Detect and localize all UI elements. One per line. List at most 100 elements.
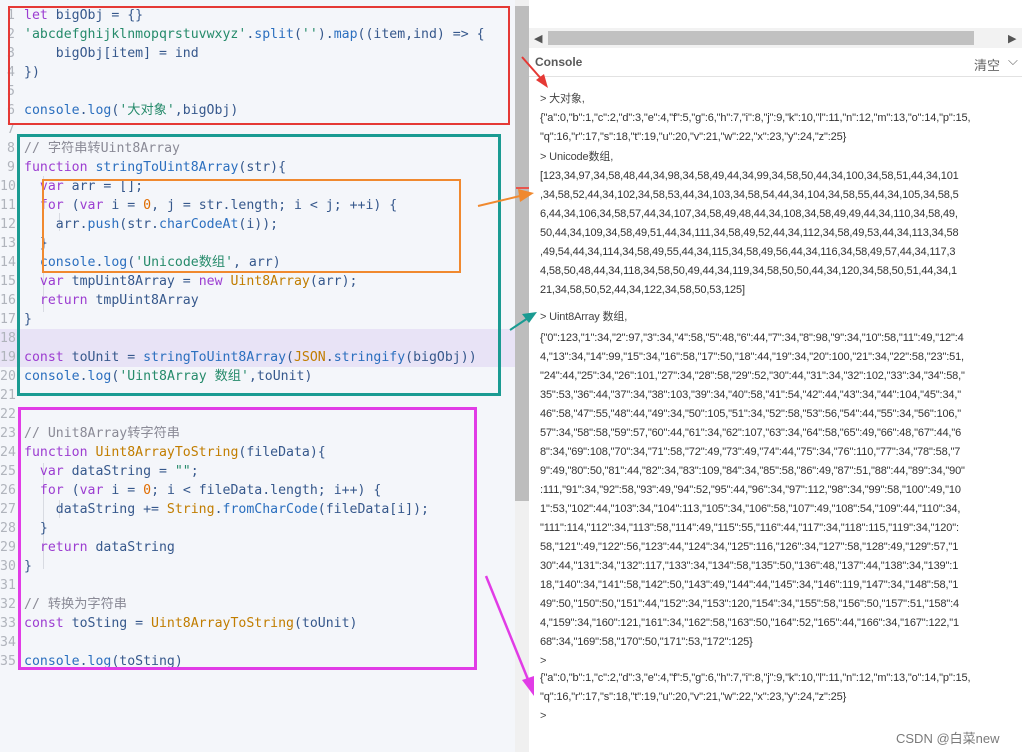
code-token: split: [254, 27, 294, 42]
code-line[interactable]: 22: [0, 405, 515, 424]
code-line[interactable]: 1 let bigObj = {}: [0, 6, 515, 25]
code-line[interactable]: 15 var tmpUint8Array = new Uint8Array(ar…: [0, 272, 515, 291]
code-token: stringToUint8Array: [143, 350, 287, 365]
code-line[interactable]: 26 for (var i = 0; i < fileData.length; …: [0, 481, 515, 500]
code-token: Uint8ArrayToString: [151, 616, 294, 631]
code-token: ).: [317, 27, 334, 42]
code-text: console.log('Uint8Array 数组',toUnit): [24, 367, 312, 386]
code-line[interactable]: 5: [0, 82, 515, 101]
code-token: Uint8ArrayToString: [95, 445, 239, 460]
code-line[interactable]: 12 arr.push(str.charCodeAt(i));: [0, 215, 515, 234]
code-line[interactable]: 13 }: [0, 234, 515, 253]
code-line[interactable]: 6 console.log('大对象',bigObj): [0, 101, 515, 120]
line-number: 30: [0, 559, 16, 574]
code-line[interactable]: 8 // 字符串转Uint8Array: [0, 139, 515, 158]
code-token: // 字符串转Uint8Array: [24, 141, 180, 156]
code-text: dataString += String.fromCharCode(fileDa…: [24, 500, 429, 519]
line-number: 3: [7, 46, 15, 61]
code-line[interactable]: 30}: [0, 557, 515, 576]
code-line[interactable]: 10 var arr = [];: [0, 177, 515, 196]
code-token: }: [24, 236, 48, 251]
console-output-line: 18,"140":34,"141":58,"142":50,"143":49,"…: [540, 579, 959, 591]
code-token: i =: [111, 198, 144, 213]
line-number: 27: [0, 502, 16, 517]
code-token: toSting =: [71, 616, 152, 631]
code-token: (arr);: [309, 274, 358, 289]
code-token: .: [79, 654, 88, 669]
code-line[interactable]: 27 dataString += String.fromCharCode(fil…: [0, 500, 515, 519]
code-line[interactable]: 2 'abcdefghijklnmopqrstuvwxyz'.split('').…: [0, 25, 515, 44]
code-line[interactable]: 11 for (var i = 0, j = str.length; i < j…: [0, 196, 515, 215]
line-number: 33: [0, 616, 16, 631]
code-token: stringify: [333, 350, 406, 365]
code-line[interactable]: 9 function stringToUint8Array(str){: [0, 158, 515, 177]
line-number: 13: [0, 236, 16, 251]
line-number: 18: [0, 331, 16, 346]
code-line[interactable]: 4}): [0, 63, 515, 82]
horizontal-scrollbar-thumb[interactable]: [548, 31, 974, 45]
code-token: toUnit =: [71, 350, 144, 365]
vertical-scrollbar-thumb[interactable]: [515, 6, 529, 501]
line-number: 10: [0, 179, 16, 194]
code-token: (i));: [238, 217, 279, 232]
scroll-right-icon[interactable]: ▶: [1008, 32, 1016, 45]
console-output-line: [123,34,97,34,58,48,44,34,98,34,58,49,44…: [540, 170, 959, 182]
code-text: arr.push(str.charCodeAt(i));: [24, 215, 278, 234]
code-line[interactable]: 29 return dataString: [0, 538, 515, 557]
line-number: 28: [0, 521, 16, 536]
code-text: for (var i = 0; i < fileData.length; i++…: [24, 481, 381, 500]
code-token: // 转换为字符串: [24, 597, 127, 612]
code-line[interactable]: 3 bigObj[item] = ind: [0, 44, 515, 63]
scroll-left-icon[interactable]: ◀: [534, 32, 542, 45]
code-token: return: [24, 540, 96, 555]
code-line[interactable]: 35 console.log(toSting): [0, 652, 515, 671]
chevron-down-icon[interactable]: ⌵: [1008, 53, 1018, 69]
line-number: 8: [7, 141, 15, 156]
console-output-line: 4,"159":34,"160":121,"161":34,"162":58,"…: [540, 617, 959, 629]
code-token: bigObj[item] = ind: [24, 46, 199, 61]
code-line[interactable]: 25 var dataString = "";: [0, 462, 515, 481]
line-number: 26: [0, 483, 16, 498]
code-line[interactable]: 23 // Unit8Array转字符串: [0, 424, 515, 443]
line-number: 6: [7, 103, 15, 118]
code-token: 0: [143, 198, 152, 213]
console-output-line: 49":50,"150":50,"151":44,"152":34,"153":…: [540, 598, 959, 610]
line-number: 29: [0, 540, 16, 555]
clear-button[interactable]: 清空: [974, 55, 1000, 74]
code-token: return: [24, 293, 96, 308]
code-line[interactable]: 7: [0, 120, 515, 139]
code-line[interactable]: 17}: [0, 310, 515, 329]
code-token: (fileData[i]);: [317, 502, 429, 517]
code-line[interactable]: 28 }: [0, 519, 515, 538]
code-line[interactable]: 18: [0, 329, 515, 348]
code-token: bigObj = {}: [55, 8, 144, 23]
console-output-line: 9":49,"80":50,"81":44,"82":34,"83":109,"…: [540, 465, 965, 477]
console-output-line: 46":58,"47":55,"48":44,"49":34,"50":105,…: [540, 408, 962, 420]
code-token: , j = str.length; i < j; ++i) {: [151, 198, 398, 213]
line-number: 16: [0, 293, 16, 308]
code-line[interactable]: 14 console.log('Unicode数组', arr): [0, 253, 515, 272]
code-line[interactable]: 20 console.log('Uint8Array 数组',toUnit): [0, 367, 515, 386]
code-line[interactable]: 31: [0, 576, 515, 595]
console-entry-label: > Uint8Array 数组,: [540, 311, 628, 323]
code-token: stringToUint8Array: [95, 160, 239, 175]
code-token: (: [127, 255, 136, 270]
code-line[interactable]: 16 return tmpUint8Array: [0, 291, 515, 310]
console-output-line: "q":16,"r":17,"s":18,"t":19,"u":20,"v":2…: [540, 691, 847, 703]
code-line[interactable]: 33 const toSting = Uint8ArrayToString(toU…: [0, 614, 515, 633]
code-token: push: [87, 217, 120, 232]
code-line[interactable]: 34: [0, 633, 515, 652]
console-output-line: 8":34,"69":108,"70":34,"71":58,"72":49,"…: [540, 446, 961, 458]
code-editor[interactable]: 1 let bigObj = {} 2 'abcdefghijklnmopqrstuv…: [0, 0, 515, 672]
console-entry-label: >: [540, 655, 547, 667]
code-line[interactable]: 32 // 转换为字符串: [0, 595, 515, 614]
code-token: let: [24, 8, 56, 23]
code-token: .: [214, 502, 223, 517]
code-text: console.log('大对象',bigObj): [24, 101, 238, 120]
line-number: 12: [0, 217, 16, 232]
code-line[interactable]: 19 const toUnit = stringToUint8Array(JSON…: [0, 348, 515, 367]
code-line[interactable]: 21: [0, 386, 515, 405]
code-token: // Unit8Array转字符串: [24, 426, 180, 441]
code-line[interactable]: 24 function Uint8ArrayToString(fileData){: [0, 443, 515, 462]
code-token: 0: [143, 483, 152, 498]
